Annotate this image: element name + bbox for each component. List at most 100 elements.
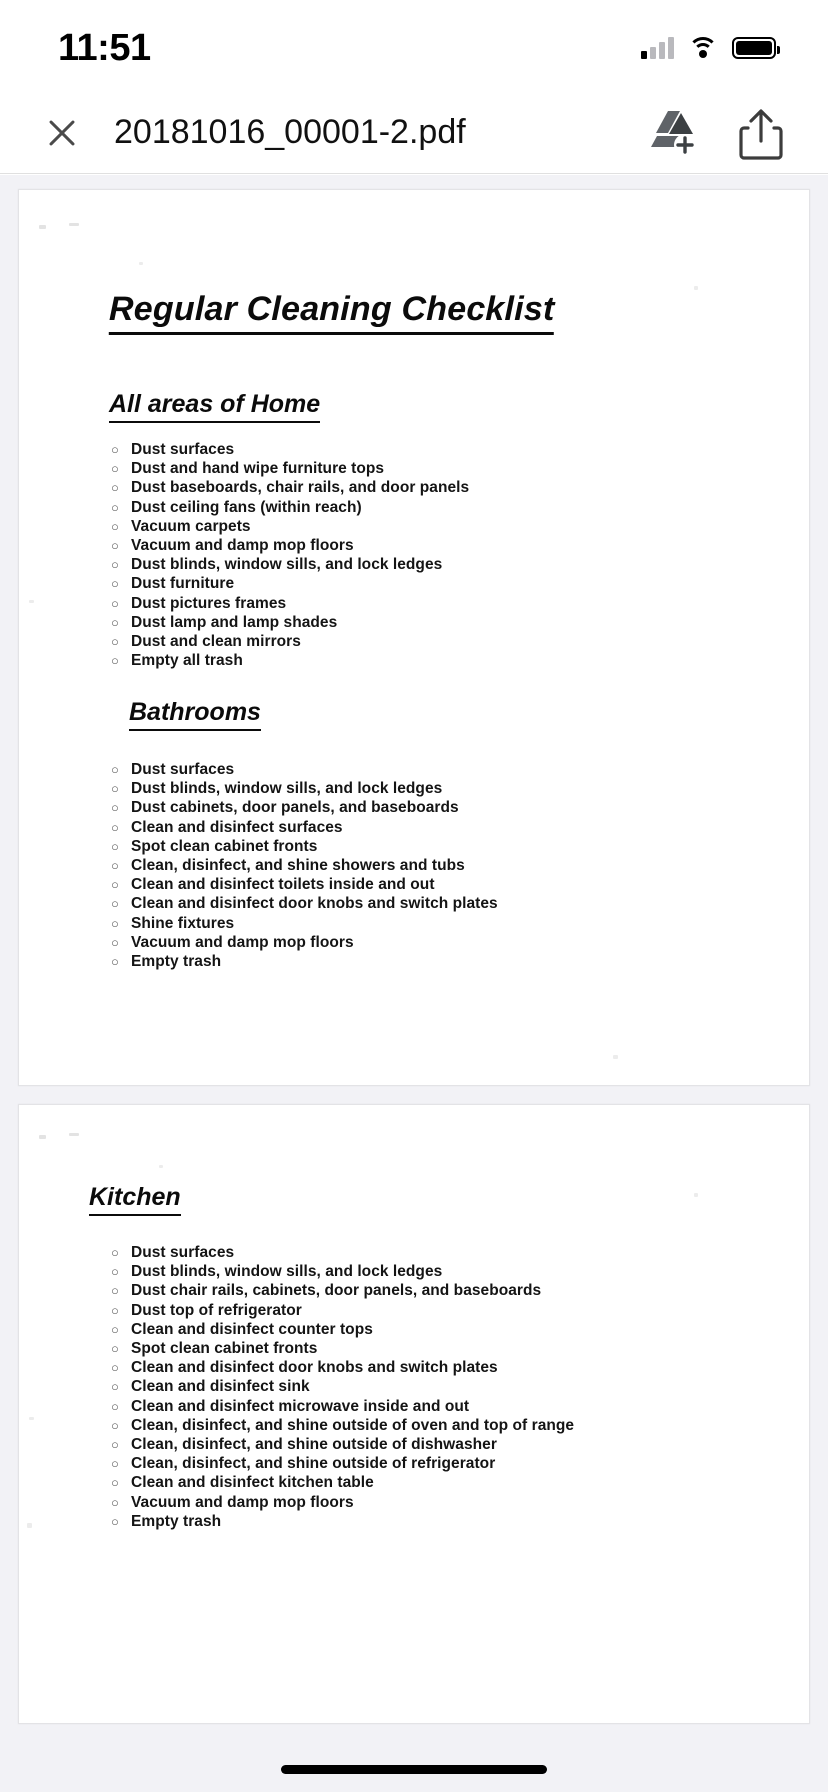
circle-bullet-icon: ○	[111, 576, 119, 592]
list-item[interactable]: ○ Dust pictures frames	[111, 594, 469, 613]
circle-bullet-icon: ○	[111, 877, 119, 893]
list-item-label: Dust surfaces	[131, 441, 235, 458]
list-item[interactable]: ○ Clean, disinfect, and shine outside of …	[111, 1416, 574, 1435]
circle-bullet-icon: ○	[111, 1321, 119, 1337]
list-item[interactable]: ○ Empty trash	[111, 1512, 574, 1531]
checklist-all-areas-of-home: ○ Dust surfaces ○ Dust and hand wipe furni…	[111, 440, 469, 670]
circle-bullet-icon: ○	[111, 819, 119, 835]
list-item-label: Empty trash	[131, 953, 222, 971]
pdf-scroll-area[interactable]: Regular Cleaning Checklist All areas of …	[0, 175, 828, 1792]
circle-bullet-icon: ○	[111, 1379, 119, 1395]
list-item-label: Clean and disinfect toilets inside and o…	[131, 876, 435, 894]
list-item[interactable]: ○ Dust blinds, window sills, and lock led…	[111, 779, 498, 798]
google-drive-add-icon[interactable]	[648, 107, 698, 159]
section-heading-bathrooms: Bathrooms	[129, 698, 261, 731]
section-heading-kitchen: Kitchen	[89, 1183, 181, 1216]
pdf-page-2[interactable]: Kitchen ○ Dust surfaces ○ Dust blinds, win…	[18, 1104, 810, 1724]
list-item-label: Dust lamp and lamp shades	[131, 613, 338, 631]
list-item-label: Empty trash	[131, 1512, 222, 1530]
circle-bullet-icon: ○	[111, 915, 119, 931]
list-item[interactable]: ○ Clean, disinfect, and shine outside of …	[111, 1454, 574, 1473]
list-item[interactable]: ○ Clean and disinfect counter tops	[111, 1320, 574, 1339]
circle-bullet-icon: ○	[111, 1341, 119, 1357]
list-item-label: Dust furniture	[131, 575, 235, 593]
share-icon[interactable]	[738, 107, 788, 160]
wifi-icon	[688, 37, 718, 59]
list-item-label: Clean, disinfect, and shine outside of o…	[131, 1416, 575, 1434]
scanned-page-content: Kitchen ○ Dust surfaces ○ Dust blinds, win…	[19, 1105, 809, 1723]
list-item[interactable]: ○ Dust lamp and lamp shades	[111, 613, 469, 632]
list-item[interactable]: ○ Dust surfaces	[111, 760, 498, 779]
document-title: Regular Cleaning Checklist	[108, 290, 555, 335]
list-item[interactable]: ○ Clean, disinfect, and shine outside of …	[111, 1435, 574, 1454]
list-item[interactable]: ○ Empty trash	[111, 952, 498, 971]
list-item[interactable]: ○ Dust baseboards, chair rails, and door …	[111, 478, 469, 497]
list-item-label: Vacuum and damp mop floors	[131, 933, 354, 951]
list-item[interactable]: ○ Clean and disinfect kitchen table	[111, 1473, 574, 1492]
list-item[interactable]: ○ Dust cabinets, door panels, and baseboa…	[111, 798, 498, 817]
scanned-page-content: Regular Cleaning Checklist All areas of …	[19, 190, 809, 1085]
list-item[interactable]: ○ Dust furniture	[111, 574, 469, 593]
circle-bullet-icon: ○	[111, 653, 119, 669]
list-item-label: Spot clean cabinet fronts	[131, 837, 318, 855]
section-heading-all-areas-of-home: All areas of Home	[109, 390, 321, 423]
circle-bullet-icon: ○	[111, 1264, 119, 1280]
list-item[interactable]: ○ Shine fixtures	[111, 914, 498, 933]
circle-bullet-icon: ○	[111, 800, 119, 816]
circle-bullet-icon: ○	[111, 461, 119, 477]
list-item-label: Clean and disinfect door knobs and switc…	[131, 1359, 498, 1377]
list-item[interactable]: ○ Dust surfaces	[111, 1243, 574, 1262]
list-item[interactable]: ○ Clean and disinfect door knobs and swit…	[111, 894, 498, 913]
list-item[interactable]: ○ Dust surfaces	[111, 440, 469, 459]
circle-bullet-icon: ○	[111, 762, 119, 777]
list-item[interactable]: ○ Dust blinds, window sills, and lock led…	[111, 1262, 574, 1281]
list-item[interactable]: ○ Clean and disinfect sink	[111, 1377, 574, 1396]
circle-bullet-icon: ○	[111, 1245, 119, 1260]
list-item-label: Clean and disinfect door knobs and switc…	[131, 895, 498, 913]
list-item-label: Clean and disinfect microwave inside and…	[131, 1397, 470, 1415]
circle-bullet-icon: ○	[111, 614, 119, 630]
circle-bullet-icon: ○	[111, 1437, 119, 1453]
list-item[interactable]: ○ Clean and disinfect surfaces	[111, 818, 498, 837]
close-icon[interactable]	[34, 105, 90, 161]
list-item-label: Clean and disinfect kitchen table	[131, 1474, 374, 1492]
pdf-page-1[interactable]: Regular Cleaning Checklist All areas of …	[18, 189, 810, 1086]
circle-bullet-icon: ○	[111, 1456, 119, 1472]
list-item-label: Dust blinds, window sills, and lock ledg…	[131, 556, 443, 574]
list-item[interactable]: ○ Dust ceiling fans (within reach)	[111, 498, 469, 517]
circle-bullet-icon: ○	[111, 442, 119, 457]
circle-bullet-icon: ○	[111, 518, 119, 534]
list-item-label: Clean, disinfect, and shine showers and …	[131, 857, 465, 875]
list-item-label: Dust baseboards, chair rails, and door p…	[131, 479, 470, 497]
list-item-label: Vacuum and damp mop floors	[131, 1493, 354, 1511]
list-item[interactable]: ○ Vacuum and damp mop floors	[111, 1493, 574, 1512]
list-item[interactable]: ○ Spot clean cabinet fronts	[111, 837, 498, 856]
list-item[interactable]: ○ Dust chair rails, cabinets, door panels…	[111, 1281, 574, 1300]
list-item[interactable]: ○ Clean and disinfect microwave inside an…	[111, 1397, 574, 1416]
list-item[interactable]: ○ Dust and clean mirrors	[111, 632, 469, 651]
list-item[interactable]: ○ Spot clean cabinet fronts	[111, 1339, 574, 1358]
toolbar-actions	[648, 107, 788, 160]
list-item[interactable]: ○ Vacuum carpets	[111, 517, 469, 536]
list-item[interactable]: ○ Dust blinds, window sills, and lock led…	[111, 555, 469, 574]
circle-bullet-icon: ○	[111, 1398, 119, 1414]
list-item[interactable]: ○ Dust top of refrigerator	[111, 1301, 574, 1320]
list-item-label: Shine fixtures	[131, 914, 235, 932]
list-item[interactable]: ○ Clean and disinfect toilets inside and …	[111, 875, 498, 894]
list-item-label: Dust ceiling fans (within reach)	[131, 498, 362, 516]
circle-bullet-icon: ○	[111, 781, 119, 797]
circle-bullet-icon: ○	[111, 1283, 119, 1299]
circle-bullet-icon: ○	[111, 1360, 119, 1376]
cellular-signal-icon	[641, 37, 674, 59]
list-item[interactable]: ○ Dust and hand wipe furniture tops	[111, 459, 469, 478]
list-item[interactable]: ○ Vacuum and damp mop floors	[111, 536, 469, 555]
circle-bullet-icon: ○	[111, 595, 119, 611]
circle-bullet-icon: ○	[111, 480, 119, 496]
list-item[interactable]: ○ Vacuum and damp mop floors	[111, 933, 498, 952]
list-item[interactable]: ○ Clean, disinfect, and shine showers and…	[111, 856, 498, 875]
circle-bullet-icon: ○	[111, 1513, 119, 1529]
list-item[interactable]: ○ Clean and disinfect door knobs and swit…	[111, 1358, 574, 1377]
pdf-viewer-toolbar: 20181016_00001-2.pdf	[0, 92, 828, 174]
circle-bullet-icon: ○	[111, 954, 119, 970]
list-item[interactable]: ○ Empty all trash	[111, 651, 469, 670]
